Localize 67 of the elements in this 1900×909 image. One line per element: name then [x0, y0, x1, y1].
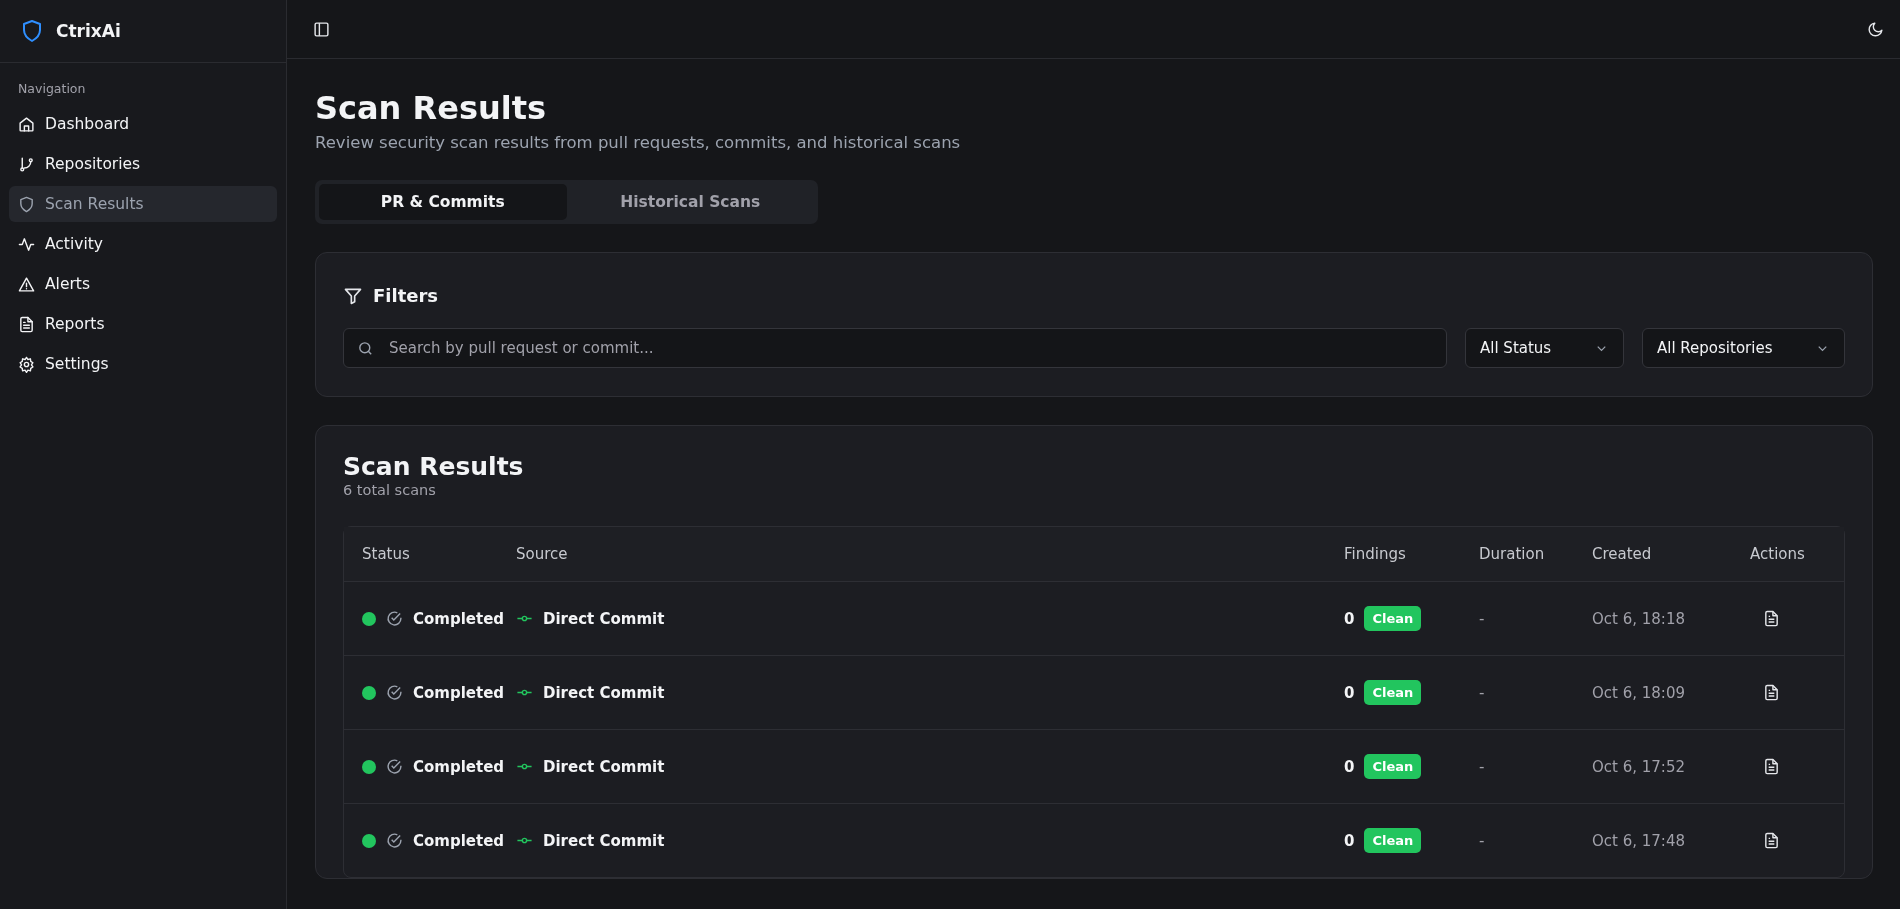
pulse-icon	[18, 235, 35, 253]
duration-text: -	[1479, 683, 1485, 702]
check-circle-icon	[386, 684, 403, 701]
nav-section-label: Navigation	[17, 80, 87, 98]
column-header: Findings	[1344, 545, 1407, 563]
sidebar-item[interactable]: Settings	[9, 346, 277, 382]
findings-count: 0	[1344, 609, 1355, 628]
duration-text: -	[1479, 609, 1485, 628]
results-count: 6 total scans	[343, 482, 437, 498]
check-circle-icon	[386, 832, 403, 849]
page-subtitle: Review security scan results from pull requests, commits, and historical scans	[315, 133, 962, 152]
status-text: Completed	[413, 609, 505, 628]
duration-text: -	[1479, 757, 1485, 776]
sidebar-item[interactable]: Activity	[9, 226, 277, 262]
sidebar-item[interactable]: Dashboard	[9, 106, 277, 142]
column-header: Status	[361, 545, 411, 563]
branch-icon	[18, 155, 35, 173]
warning-icon	[18, 275, 35, 293]
shield-logo-icon	[20, 19, 44, 43]
page-title: Scan Results	[315, 88, 547, 129]
duration-text: -	[1479, 831, 1485, 850]
column-header: Duration	[1479, 545, 1546, 563]
brand-name: CtrixAi	[56, 21, 121, 41]
select-dropdown[interactable]: All Status	[1465, 328, 1624, 368]
created-date: Oct 6, 17:52	[1592, 757, 1685, 776]
document-icon[interactable]	[1763, 758, 1780, 775]
status-text: Completed	[413, 831, 505, 850]
document-icon[interactable]	[1763, 832, 1780, 849]
sidebar-item[interactable]: Scan Results	[9, 186, 277, 222]
search-field[interactable]: Search by pull request or commit...	[343, 328, 1447, 368]
document-icon[interactable]	[1763, 610, 1780, 627]
home-icon	[18, 115, 35, 133]
moon-icon[interactable]	[1867, 20, 1884, 38]
check-circle-icon	[386, 758, 403, 775]
created-date: Oct 6, 18:18	[1592, 609, 1685, 628]
findings-count: 0	[1344, 757, 1355, 776]
sidebar-item[interactable]: Alerts	[9, 266, 277, 302]
select-dropdown[interactable]: All Repositories	[1642, 328, 1845, 368]
sidebar-item[interactable]: Repositories	[9, 146, 277, 182]
shield-icon	[18, 195, 35, 213]
tab[interactable]: Historical Scans	[566, 184, 814, 220]
results-title: Scan Results	[343, 452, 525, 482]
findings-count: 0	[1344, 683, 1355, 702]
column-header: Actions	[1750, 545, 1806, 563]
status-text: Completed	[413, 683, 505, 702]
tab[interactable]: PR & Commits	[319, 184, 567, 220]
created-date: Oct 6, 17:48	[1592, 831, 1685, 850]
source-text: Direct Commit	[543, 609, 665, 628]
clean-badge: Clean	[1364, 828, 1422, 853]
document-icon	[18, 315, 35, 333]
clean-badge: Clean	[1364, 680, 1422, 705]
sidebar-item[interactable]: Reports	[9, 306, 277, 342]
column-header: Source	[516, 545, 569, 563]
sidebar-toggle-icon[interactable]	[313, 20, 330, 38]
created-date: Oct 6, 18:09	[1592, 683, 1685, 702]
filters-title: Filters	[373, 285, 439, 306]
status-text: Completed	[413, 757, 505, 776]
settings-icon	[18, 355, 35, 373]
document-icon[interactable]	[1763, 684, 1780, 701]
clean-badge: Clean	[1364, 606, 1422, 631]
source-text: Direct Commit	[543, 831, 665, 850]
check-circle-icon	[386, 610, 403, 627]
findings-count: 0	[1344, 831, 1355, 850]
source-text: Direct Commit	[543, 757, 665, 776]
source-text: Direct Commit	[543, 683, 665, 702]
column-header: Created	[1592, 545, 1653, 563]
clean-badge: Clean	[1364, 754, 1422, 779]
